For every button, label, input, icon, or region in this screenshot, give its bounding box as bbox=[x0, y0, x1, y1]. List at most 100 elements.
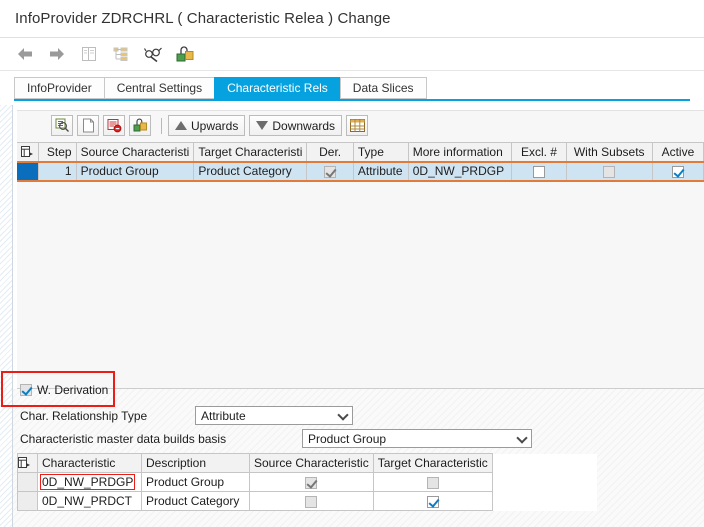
grid-corner-select-icon[interactable] bbox=[17, 142, 39, 163]
excl-checkbox[interactable] bbox=[532, 165, 545, 178]
target-characteristic-checkbox[interactable] bbox=[426, 495, 439, 508]
cell-description[interactable]: Product Group bbox=[141, 472, 250, 492]
master-data-basis-value: Product Group bbox=[308, 431, 387, 446]
page-title: InfoProvider ZDRCHRL ( Characteristic Re… bbox=[15, 10, 391, 27]
tab-central-settings[interactable]: Central Settings bbox=[103, 77, 215, 99]
cell-target-characteristic[interactable]: Product Category bbox=[193, 161, 308, 182]
back-arrow-icon[interactable] bbox=[14, 43, 36, 65]
col-description[interactable]: Description bbox=[141, 453, 250, 473]
chevron-down-icon bbox=[518, 434, 527, 443]
glasses-pen-icon[interactable] bbox=[142, 43, 164, 65]
cell-source-checkbox[interactable] bbox=[249, 472, 374, 492]
move-downwards-label: Downwards bbox=[272, 118, 336, 133]
lower-hatch-rail bbox=[0, 389, 12, 527]
toolbar-separator bbox=[161, 117, 162, 134]
col-step[interactable]: Step bbox=[38, 142, 77, 163]
lower-rail-divider bbox=[12, 389, 13, 527]
col-source-characteristic[interactable]: Source Characteristic bbox=[249, 453, 374, 473]
characteristic-rels-grid: Step Source Characteristi Target Charact… bbox=[17, 142, 704, 182]
table-header-row: Step Source Characteristi Target Charact… bbox=[17, 142, 704, 163]
cell-excl-checkbox[interactable] bbox=[511, 161, 567, 182]
with-subsets-checkbox[interactable] bbox=[603, 165, 616, 178]
tab-data-slices[interactable]: Data Slices bbox=[339, 77, 427, 99]
tab-active-caret bbox=[284, 95, 296, 100]
chevron-down-icon bbox=[339, 411, 348, 420]
cell-active-checkbox[interactable] bbox=[652, 161, 704, 182]
col-type[interactable]: Type bbox=[353, 142, 409, 163]
left-hatch-rail bbox=[0, 105, 12, 390]
sap-infoprovider-window: InfoProvider ZDRCHRL ( Characteristic Re… bbox=[0, 0, 704, 527]
transport-button[interactable] bbox=[129, 115, 151, 136]
cell-more-information[interactable]: 0D_NW_PRDGP bbox=[408, 161, 513, 182]
table-row[interactable]: 0D_NW_PRDGP Product Group bbox=[17, 472, 598, 492]
cell-characteristic[interactable]: 0D_NW_PRDCT bbox=[37, 491, 142, 511]
hierarchy-list-icon bbox=[110, 43, 132, 65]
cell-target-checkbox[interactable] bbox=[372, 472, 493, 492]
col-target-characteristic[interactable]: Target Characteristic bbox=[372, 453, 493, 473]
cell-source-characteristic[interactable]: Product Group bbox=[76, 161, 195, 182]
detail-view-button[interactable] bbox=[51, 115, 73, 136]
row-select-marker[interactable] bbox=[17, 491, 38, 511]
forward-arrow-icon[interactable] bbox=[46, 43, 68, 65]
characteristic-value-highlight: 0D_NW_PRDGP bbox=[40, 474, 136, 490]
cell-der-checkbox[interactable] bbox=[306, 161, 354, 182]
col-more-information[interactable]: More information bbox=[408, 142, 513, 163]
row-select-marker[interactable] bbox=[17, 472, 38, 492]
source-characteristic-checkbox[interactable] bbox=[305, 476, 318, 489]
cell-with-subsets-checkbox[interactable] bbox=[566, 161, 653, 182]
char-relationship-type-label: Char. Relationship Type bbox=[20, 408, 148, 423]
move-upwards-button[interactable]: Upwards bbox=[168, 115, 246, 136]
active-checkbox[interactable] bbox=[671, 165, 684, 178]
char-relationship-type-row: Char. Relationship Type Attribute bbox=[20, 406, 353, 425]
table-settings-button[interactable] bbox=[346, 115, 369, 136]
col-characteristic[interactable]: Characteristic bbox=[37, 453, 142, 473]
cell-description[interactable]: Product Category bbox=[141, 491, 250, 511]
master-data-basis-row: Characteristic master data builds basis … bbox=[20, 429, 532, 448]
grid-corner-select-icon[interactable] bbox=[17, 453, 38, 473]
col-excl[interactable]: Excl. # bbox=[511, 142, 567, 163]
master-data-basis-label: Characteristic master data builds basis bbox=[20, 431, 227, 446]
der-checkbox[interactable] bbox=[324, 165, 337, 178]
grid-toolbar: Upwards Downwards bbox=[51, 115, 372, 136]
triangle-up-icon bbox=[175, 121, 187, 130]
master-data-basis-select[interactable]: Product Group bbox=[302, 429, 532, 448]
lock-folder-icon[interactable] bbox=[174, 43, 196, 65]
document-columns-icon bbox=[78, 43, 100, 65]
col-target-characteristic[interactable]: Target Characteristi bbox=[193, 142, 308, 163]
col-with-subsets[interactable]: With Subsets bbox=[566, 142, 653, 163]
cell-filler bbox=[492, 491, 598, 511]
col-filler bbox=[492, 453, 598, 473]
cell-characteristic[interactable]: 0D_NW_PRDGP bbox=[37, 472, 142, 492]
row-select-marker[interactable] bbox=[17, 161, 39, 182]
table-row[interactable]: 1 Product Group Product Category Attribu… bbox=[17, 161, 704, 182]
tab-underline bbox=[14, 99, 690, 101]
char-relationship-type-select[interactable]: Attribute bbox=[195, 406, 353, 425]
cell-source-checkbox[interactable] bbox=[249, 491, 374, 511]
col-der[interactable]: Der. bbox=[306, 142, 354, 163]
characteristics-grid: Characteristic Description Source Charac… bbox=[17, 453, 598, 511]
rail-divider bbox=[12, 105, 13, 390]
cell-type[interactable]: Attribute bbox=[353, 161, 409, 182]
triangle-down-icon bbox=[256, 121, 269, 130]
window-title-bar: InfoProvider ZDRCHRL ( Characteristic Re… bbox=[0, 0, 704, 38]
cell-target-checkbox[interactable] bbox=[372, 491, 493, 511]
main-toolbar bbox=[0, 38, 704, 71]
target-characteristic-checkbox[interactable] bbox=[426, 476, 439, 489]
characteristic-rels-panel: Upwards Downwards Step Source Characteri… bbox=[17, 110, 704, 388]
rels-table: Step Source Characteristi Target Charact… bbox=[17, 142, 704, 182]
char-relationship-type-value: Attribute bbox=[201, 408, 246, 423]
tab-characteristic-rels[interactable]: Characteristic Rels bbox=[214, 77, 340, 99]
delete-row-button[interactable] bbox=[103, 115, 125, 136]
cell-step[interactable]: 1 bbox=[38, 161, 77, 182]
new-entry-button[interactable] bbox=[77, 115, 99, 136]
characteristics-table: Characteristic Description Source Charac… bbox=[17, 453, 598, 511]
table-header-row: Characteristic Description Source Charac… bbox=[17, 453, 598, 473]
move-upwards-label: Upwards bbox=[191, 118, 239, 133]
w-derivation-highlight-box bbox=[1, 371, 115, 407]
table-row[interactable]: 0D_NW_PRDCT Product Category bbox=[17, 491, 598, 511]
move-downwards-button[interactable]: Downwards bbox=[249, 115, 343, 136]
tab-infoprovider[interactable]: InfoProvider bbox=[14, 77, 104, 99]
col-active[interactable]: Active bbox=[652, 142, 704, 163]
col-source-characteristic[interactable]: Source Characteristi bbox=[76, 142, 195, 163]
source-characteristic-checkbox[interactable] bbox=[305, 495, 318, 508]
